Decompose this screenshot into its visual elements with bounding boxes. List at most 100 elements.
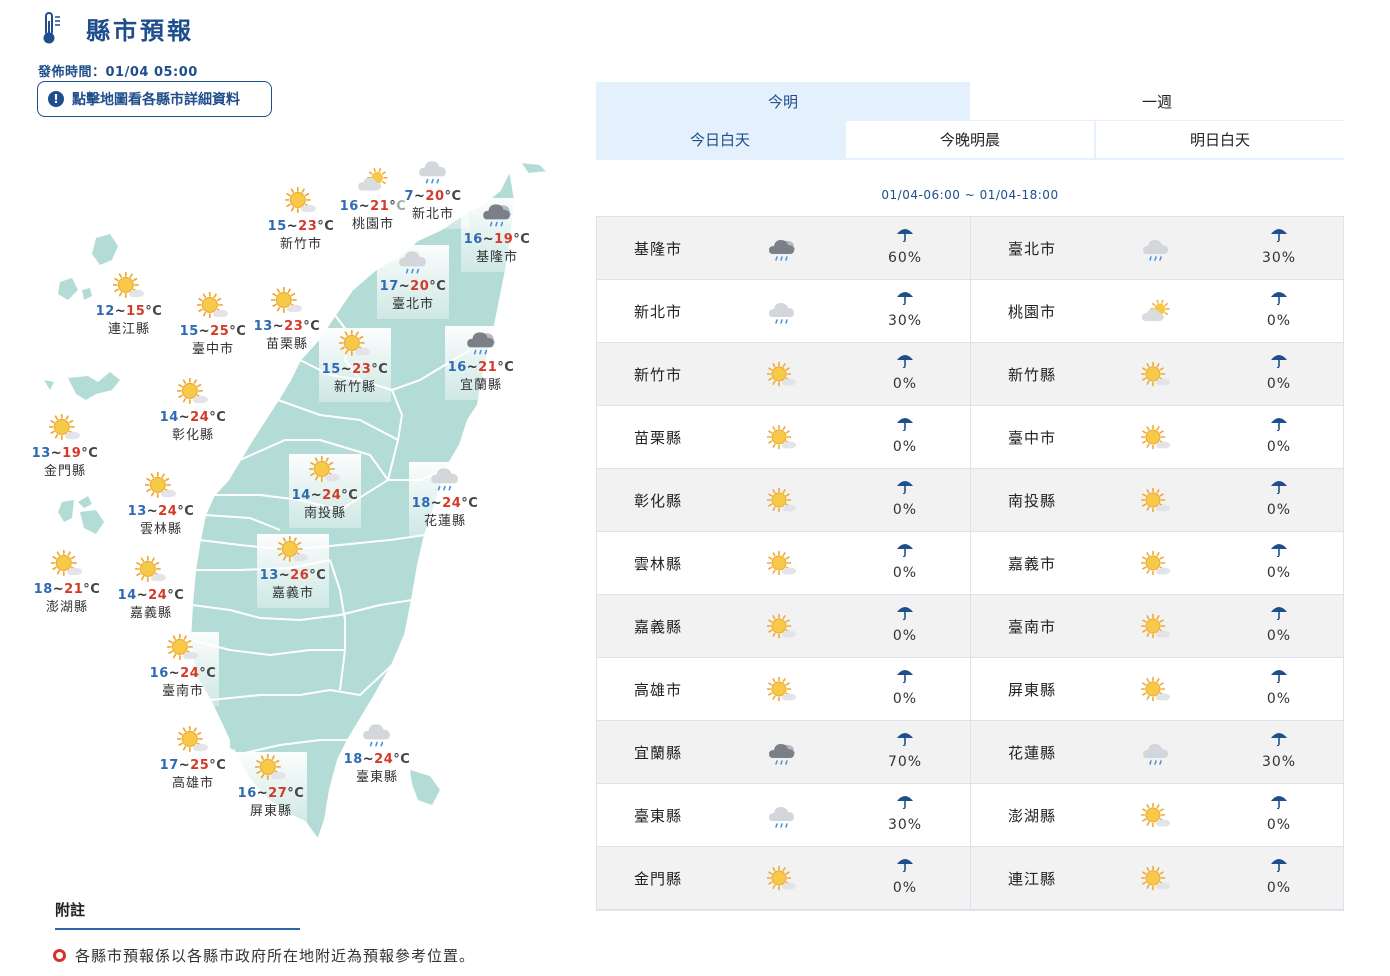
county-name: 臺東縣 xyxy=(355,770,398,785)
table-cell[interactable]: 新竹縣 0% xyxy=(970,343,1343,406)
rain-percent: 0% xyxy=(892,565,918,581)
umbrella-icon xyxy=(885,541,925,561)
notes-divider xyxy=(55,928,300,930)
table-cell[interactable]: 基隆市 60% xyxy=(597,217,970,280)
umbrella-icon xyxy=(1259,415,1299,435)
county-name: 澎湖縣 xyxy=(1008,806,1057,825)
sunny-icon xyxy=(1140,360,1171,394)
table-cell[interactable]: 臺中市 0% xyxy=(970,406,1343,469)
umbrella-icon xyxy=(885,730,925,750)
county-name: 高雄市 xyxy=(171,776,214,791)
table-cell[interactable]: 新北市 30% xyxy=(597,280,970,343)
table-cell[interactable]: 金門縣 0% xyxy=(597,847,970,910)
high-temp: 24 xyxy=(190,410,210,425)
temperature-range: 14~24°C xyxy=(291,488,359,503)
low-temp: 16 xyxy=(463,232,483,247)
sunny-icon xyxy=(96,554,206,588)
county-name: 基隆市 xyxy=(634,239,683,258)
subtab-today-day[interactable]: 今日白天 xyxy=(596,120,844,158)
high-temp: 23 xyxy=(284,319,304,334)
table-cell[interactable]: 臺北市 30% xyxy=(970,217,1343,280)
rain-percent: 0% xyxy=(1266,313,1292,329)
table-cell[interactable]: 宜蘭縣 70% xyxy=(597,721,970,784)
rain-chance: 0% xyxy=(885,604,925,644)
table-cell[interactable]: 臺東縣 30% xyxy=(597,784,970,847)
high-temp: 24 xyxy=(148,588,168,603)
tab-today-tomorrow[interactable]: 今明 xyxy=(596,82,970,120)
table-cell[interactable]: 新竹市 0% xyxy=(597,343,970,406)
rain-chance: 0% xyxy=(885,856,925,896)
sunny-icon xyxy=(766,612,797,646)
time-subtabs: 今日白天 今晚明晨 明日白天 xyxy=(596,120,1344,160)
dark-rain-icon xyxy=(461,198,533,232)
table-cell[interactable]: 雲林縣 0% xyxy=(597,532,970,595)
umbrella-icon xyxy=(1259,478,1299,498)
light-rain-icon xyxy=(767,801,797,835)
rain-chance: 0% xyxy=(1259,541,1299,581)
map-marker[interactable]: 14~24°C 嘉義縣 xyxy=(96,554,206,624)
county-name: 臺北市 xyxy=(391,297,434,312)
map-marker[interactable]: 18~24°C 花蓮縣 xyxy=(409,462,481,536)
map-marker[interactable]: 13~19°C 金門縣 xyxy=(10,412,120,482)
map-marker[interactable]: 17~25°C 高雄市 xyxy=(138,724,248,794)
county-name: 臺南市 xyxy=(161,684,204,699)
table-cell[interactable]: 彰化縣 0% xyxy=(597,469,970,532)
map-marker[interactable]: 17~20°C 臺北市 xyxy=(377,245,449,319)
subtab-tonight[interactable]: 今晚明晨 xyxy=(844,120,1094,158)
county-name: 臺中市 xyxy=(1008,428,1057,447)
county-name: 彰化縣 xyxy=(171,428,214,443)
notes-title: 附註 xyxy=(55,901,86,919)
forecast-period: 01/04-06:00 ~ 01/04-18:00 xyxy=(881,188,1059,202)
sunny-icon xyxy=(106,470,216,504)
taiwan-map[interactable]: 15~23°C新竹市16~21°C桃園市7~20°C新北市16~19°C基隆市1… xyxy=(0,150,570,850)
light-rain-icon xyxy=(1141,234,1171,268)
table-cell[interactable]: 南投縣 0% xyxy=(970,469,1343,532)
table-cell[interactable]: 嘉義市 0% xyxy=(970,532,1343,595)
dark-rain-icon xyxy=(445,326,517,360)
high-temp: 20 xyxy=(410,279,430,294)
temperature-range: 17~20°C xyxy=(379,279,447,294)
high-temp: 23 xyxy=(352,362,372,377)
county-name: 屏東縣 xyxy=(1008,680,1057,699)
umbrella-icon xyxy=(1259,289,1299,309)
thermometer-icon xyxy=(43,12,60,44)
high-temp: 21 xyxy=(478,360,498,375)
sunny-icon xyxy=(319,328,391,362)
table-cell[interactable]: 高雄市 0% xyxy=(597,658,970,721)
high-temp: 24 xyxy=(158,504,178,519)
map-marker[interactable]: 7~20°C 新北市 xyxy=(397,155,469,229)
rain-chance: 0% xyxy=(885,415,925,455)
map-marker[interactable]: 16~24°C 臺南市 xyxy=(147,632,219,706)
map-marker[interactable]: 14~24°C 彰化縣 xyxy=(138,376,248,446)
high-temp: 27 xyxy=(268,786,288,801)
tab-week[interactable]: 一週 xyxy=(970,82,1344,120)
table-cell[interactable]: 苗栗縣 0% xyxy=(597,406,970,469)
low-temp: 18 xyxy=(411,496,431,511)
table-cell[interactable]: 屏東縣 0% xyxy=(970,658,1343,721)
low-temp: 12 xyxy=(95,304,115,319)
table-cell[interactable]: 連江縣 0% xyxy=(970,847,1343,910)
table-cell[interactable]: 臺南市 0% xyxy=(970,595,1343,658)
high-temp: 24 xyxy=(442,496,462,511)
map-marker[interactable]: 13~24°C 雲林縣 xyxy=(106,470,216,540)
map-marker[interactable]: 16~19°C 基隆市 xyxy=(461,198,533,272)
map-marker[interactable]: 14~24°C 南投縣 xyxy=(289,454,361,528)
map-marker[interactable]: 15~23°C 新竹縣 xyxy=(319,328,391,402)
rain-percent: 30% xyxy=(1261,250,1297,266)
map-marker[interactable]: 13~26°C 嘉義市 xyxy=(257,534,329,608)
table-cell[interactable]: 嘉義縣 0% xyxy=(597,595,970,658)
subtab-tomorrow-day[interactable]: 明日白天 xyxy=(1094,120,1344,158)
rain-chance: 0% xyxy=(885,352,925,392)
table-cell[interactable]: 澎湖縣 0% xyxy=(970,784,1343,847)
map-marker[interactable]: 16~27°C 屏東縣 xyxy=(235,752,307,826)
map-hint-button[interactable]: ! 點擊地圖看各縣市詳細資料 xyxy=(37,81,272,117)
table-cell[interactable]: 桃園市 0% xyxy=(970,280,1343,343)
low-temp: 14 xyxy=(159,410,179,425)
table-cell[interactable]: 花蓮縣 30% xyxy=(970,721,1343,784)
low-temp: 15 xyxy=(321,362,341,377)
map-marker[interactable]: 16~21°C 宜蘭縣 xyxy=(445,326,517,400)
sunny-icon xyxy=(235,752,307,786)
umbrella-icon xyxy=(885,478,925,498)
temperature-range: 13~26°C xyxy=(259,568,327,583)
map-marker[interactable]: 18~24°C 臺東縣 xyxy=(322,718,432,788)
